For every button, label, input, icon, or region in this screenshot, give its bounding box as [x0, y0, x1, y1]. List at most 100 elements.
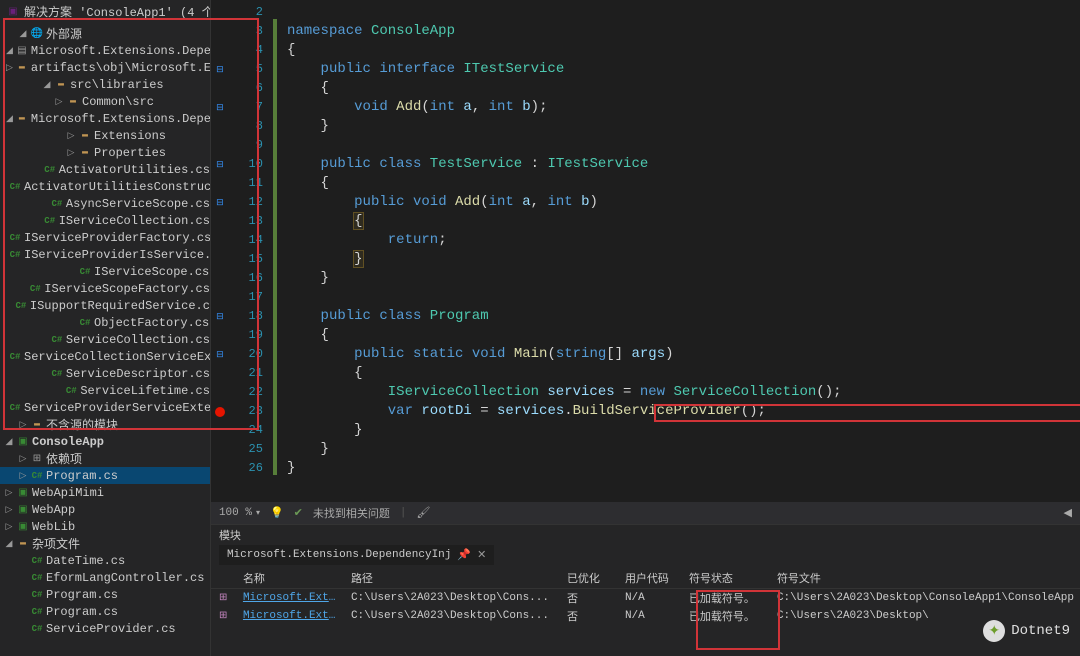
module-row[interactable]: ⊞ Microsoft.Ext... C:\Users\2A023\Deskto…: [211, 607, 1080, 625]
file-item[interactable]: C#ServiceCollection.cs: [0, 331, 210, 348]
project-icon: ▣: [16, 486, 30, 500]
file-item[interactable]: C#AsyncServiceScope.cs: [0, 195, 210, 212]
node-depend-folder[interactable]: ▬Microsoft.Extensions.Depend: [0, 110, 210, 127]
project-icon: ▣: [16, 520, 30, 534]
node-common[interactable]: ▬Common\src: [0, 93, 210, 110]
cs-icon: C#: [8, 231, 22, 245]
node-consoleapp[interactable]: ▣ConsoleApp: [0, 433, 210, 450]
close-icon[interactable]: ✕: [477, 548, 486, 562]
folder-icon: ▬: [15, 61, 29, 75]
folder-icon: ▬: [16, 537, 30, 551]
folder-icon: ▬: [54, 78, 68, 92]
folder-icon: ▬: [30, 418, 44, 432]
file-item[interactable]: C#EformLangController.cs: [0, 569, 210, 586]
node-artifacts[interactable]: ▬artifacts\obj\Microsoft.Extension: [0, 59, 210, 76]
node-weblib[interactable]: ▣WebLib: [0, 518, 210, 535]
node-depinj[interactable]: ▤Microsoft.Extensions.DependencyInj: [0, 42, 210, 59]
grid-header[interactable]: 名称 路径 已优化 用户代码 符号状态 符号文件: [211, 567, 1080, 589]
cs-icon: C#: [30, 605, 44, 619]
solution-explorer: ▣ 解决方案 'ConsoleApp1' (4 个项目, 共 4 个 🌐外部源 …: [0, 0, 211, 656]
folder-icon: ▬: [15, 112, 29, 126]
file-item[interactable]: C#IServiceProviderIsService.c: [0, 246, 210, 263]
deps-icon: ⊞: [30, 452, 44, 466]
cs-icon: C#: [30, 588, 44, 602]
cs-icon: C#: [30, 554, 44, 568]
file-item[interactable]: C#ActivatorUtilitiesConstructo: [0, 178, 210, 195]
cs-icon: C#: [78, 265, 92, 279]
file-program[interactable]: C#Program.cs: [0, 467, 210, 484]
solution-header[interactable]: ▣ 解决方案 'ConsoleApp1' (4 个项目, 共 4 个: [0, 0, 210, 23]
modules-grid: 名称 路径 已优化 用户代码 符号状态 符号文件 ⊞ Microsoft.Ext…: [211, 567, 1080, 656]
issues-text: 未找到相关问题: [313, 505, 390, 521]
solution-tree: 🌐外部源 ▤Microsoft.Extensions.DependencyInj…: [0, 23, 210, 656]
file-item[interactable]: C#ISupportRequiredService.c: [0, 297, 210, 314]
cs-icon: C#: [8, 180, 22, 194]
wechat-icon: ✦: [983, 620, 1005, 642]
lightbulb-icon[interactable]: 💡: [270, 506, 284, 520]
scroll-left-icon[interactable]: ◀: [1064, 506, 1072, 520]
code-editor[interactable]: ⊟⊟⊟⊟⊟⊟ 234567891011121314151617181920212…: [211, 0, 1080, 502]
watermark: ✦ Dotnet9: [983, 620, 1070, 642]
line-numbers: 2345678910111213141516171819202122232425…: [229, 0, 273, 502]
file-item[interactable]: C#ObjectFactory.cs: [0, 314, 210, 331]
solution-title: 解决方案 'ConsoleApp1' (4 个项目, 共 4 个: [24, 3, 210, 20]
panel-title: 模块: [211, 525, 1080, 543]
node-properties[interactable]: ▬Properties: [0, 144, 210, 161]
module-icon: ⊞: [219, 592, 237, 604]
folder-icon: ▬: [78, 146, 92, 160]
cs-icon: C#: [28, 282, 42, 296]
cs-icon: C#: [50, 367, 64, 381]
module-icon: ⊞: [219, 610, 237, 622]
node-nosrc[interactable]: ▬不含源的模块: [0, 416, 210, 433]
file-item[interactable]: C#ServiceProvider.cs: [0, 620, 210, 637]
project-icon: ▣: [16, 503, 30, 517]
file-item[interactable]: C#Program.cs: [0, 586, 210, 603]
node-misc[interactable]: ▬杂项文件: [0, 535, 210, 552]
file-item[interactable]: C#ServiceCollectionServiceEx: [0, 348, 210, 365]
cs-icon: C#: [14, 299, 28, 313]
zoom-control[interactable]: 100 % ▾: [219, 507, 260, 519]
module-row[interactable]: ⊞ Microsoft.Ext... C:\Users\2A023\Deskto…: [211, 589, 1080, 607]
node-external[interactable]: 🌐外部源: [0, 25, 210, 42]
node-srclib[interactable]: ▬src\libraries: [0, 76, 210, 93]
cs-icon: C#: [50, 197, 64, 211]
globe-icon: 🌐: [30, 27, 44, 41]
file-item[interactable]: C#IServiceProviderFactory.cs: [0, 229, 210, 246]
cs-icon: C#: [8, 350, 22, 364]
cs-icon: C#: [43, 214, 57, 228]
file-item[interactable]: C#Program.cs: [0, 603, 210, 620]
file-item[interactable]: C#IServiceScope.cs: [0, 263, 210, 280]
file-item[interactable]: C#IServiceScopeFactory.cs: [0, 280, 210, 297]
node-dependencies[interactable]: ⊞依赖项: [0, 450, 210, 467]
check-icon: ✔: [294, 506, 303, 520]
breakpoint-icon[interactable]: [215, 407, 225, 417]
cs-icon: C#: [64, 384, 78, 398]
module-tab[interactable]: Microsoft.Extensions.DependencyInj 📌 ✕: [219, 545, 494, 565]
file-item[interactable]: C#ActivatorUtilities.cs: [0, 161, 210, 178]
file-item[interactable]: C#ServiceDescriptor.cs: [0, 365, 210, 382]
cs-icon: C#: [8, 248, 22, 262]
modules-panel: 模块 Microsoft.Extensions.DependencyInj 📌 …: [211, 524, 1080, 656]
editor-status-bar: 100 % ▾ 💡 ✔ 未找到相关问题 | 🖌 ◀: [211, 502, 1080, 524]
node-webapimimi[interactable]: ▣WebApiMimi: [0, 484, 210, 501]
folder-icon: ▬: [78, 129, 92, 143]
file-item[interactable]: C#IServiceCollection.cs: [0, 212, 210, 229]
cs-icon: C#: [30, 622, 44, 636]
cs-icon: C#: [50, 333, 64, 347]
solution-icon: ▣: [6, 5, 20, 19]
gutter-indicators: ⊟⊟⊟⊟⊟⊟: [211, 0, 229, 502]
file-item[interactable]: C#DateTime.cs: [0, 552, 210, 569]
cs-icon: C#: [30, 469, 44, 483]
tool-icon[interactable]: 🖌: [417, 506, 431, 520]
folder-icon: ▬: [66, 95, 80, 109]
file-item[interactable]: C#ServiceProviderServiceExte: [0, 399, 210, 416]
cs-icon: C#: [30, 571, 44, 585]
node-extensions[interactable]: ▬Extensions: [0, 127, 210, 144]
file-item[interactable]: C#ServiceLifetime.cs: [0, 382, 210, 399]
cs-icon: C#: [8, 401, 22, 415]
pin-icon[interactable]: 📌: [457, 548, 471, 562]
node-webapp[interactable]: ▣WebApp: [0, 501, 210, 518]
package-icon: ▤: [15, 44, 29, 58]
code-content[interactable]: namespace ConsoleApp { public interface …: [279, 0, 1080, 502]
cs-icon: C#: [78, 316, 92, 330]
